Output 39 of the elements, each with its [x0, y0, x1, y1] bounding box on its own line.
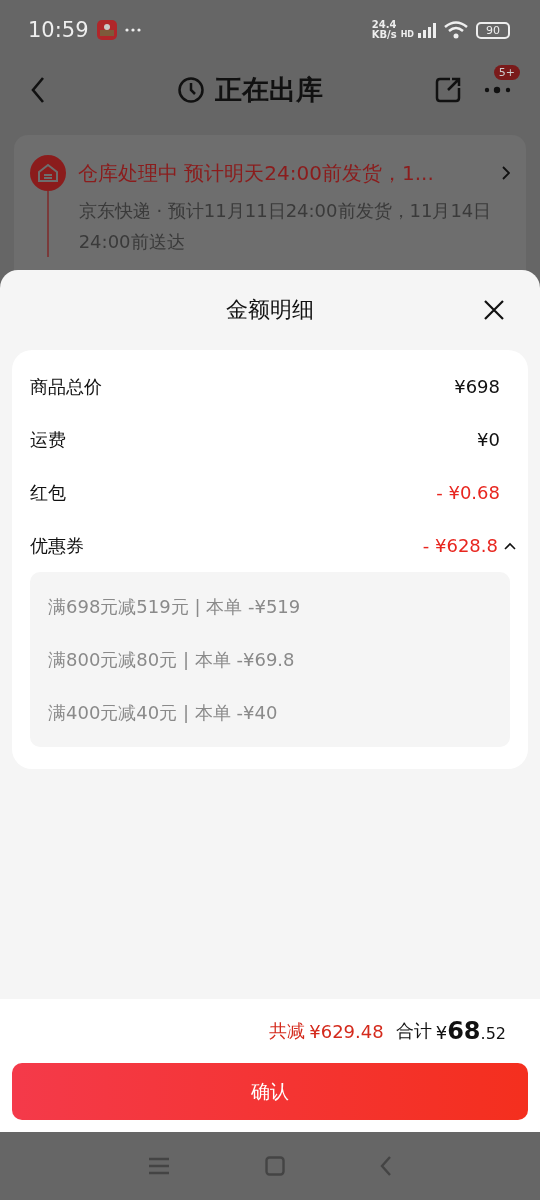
price-value: ¥0	[477, 429, 500, 450]
more-icon	[124, 27, 141, 33]
wifi-icon	[444, 21, 468, 39]
sheet-title: 金额明细	[226, 296, 314, 324]
back-icon[interactable]	[30, 76, 46, 104]
price-value: - ¥628.8	[422, 535, 498, 556]
confirm-button[interactable]: 确认	[12, 1063, 528, 1120]
network-speed: 24.4	[371, 20, 397, 30]
coupon-detail: 满698元减519元 | 本单 -¥519	[48, 595, 302, 619]
saved-label: 共减	[269, 1019, 306, 1043]
status-time: 10:59	[28, 18, 89, 42]
shipping-status: 仓库处理中 预计明天24:00前发货，1...	[78, 159, 435, 187]
price-label: 商品总价	[30, 374, 102, 399]
close-icon[interactable]	[483, 299, 505, 321]
warehouse-icon	[30, 155, 66, 191]
saved-amount: ¥629.48	[309, 1020, 384, 1042]
menu-icon[interactable]	[148, 1157, 170, 1175]
chevron-right-icon[interactable]	[502, 166, 510, 180]
page-title: 正在出库	[215, 73, 323, 107]
coupon-detail: 满800元减80元 | 本单 -¥69.8	[48, 648, 296, 672]
price-value: - ¥0.68	[436, 482, 500, 503]
clock-icon	[177, 76, 205, 104]
coupon-detail: 满400元减40元 | 本单 -¥40	[48, 701, 279, 725]
price-label: 红包	[30, 480, 66, 505]
share-icon[interactable]	[434, 76, 462, 104]
speed-unit: KB/s	[371, 30, 397, 40]
app-icon	[96, 20, 117, 40]
price-label: 运费	[30, 427, 66, 452]
battery-level: 90	[486, 24, 500, 36]
price-value: ¥698	[454, 376, 500, 397]
caret-up-icon[interactable]	[504, 541, 516, 550]
back-icon[interactable]	[380, 1156, 392, 1176]
total-amount: ¥68.52	[435, 1017, 506, 1045]
home-icon[interactable]	[265, 1156, 285, 1176]
more-icon[interactable]	[484, 85, 512, 95]
network-type: HD	[400, 30, 414, 39]
total-label: 合计	[395, 1019, 432, 1043]
price-label: 优惠券	[30, 533, 84, 558]
notification-badge: 5+	[493, 65, 520, 80]
